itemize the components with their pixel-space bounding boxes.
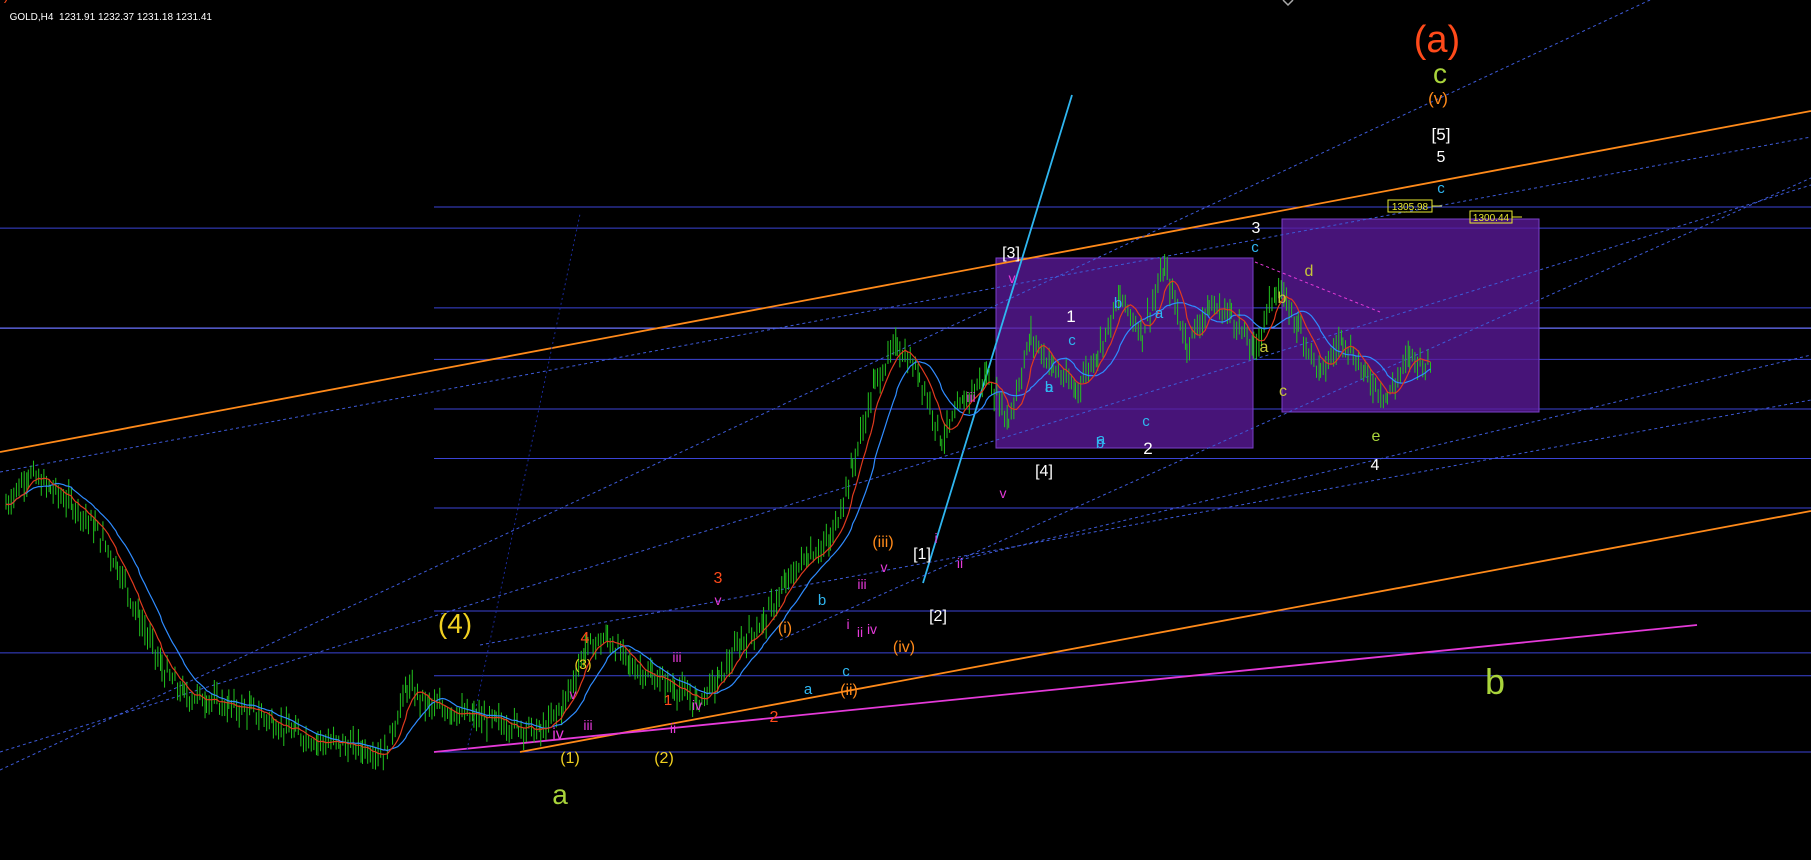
wave-label: c bbox=[1142, 413, 1150, 430]
wave-label: i bbox=[934, 530, 937, 546]
wave-label: a bbox=[1155, 305, 1164, 322]
wave-label: 2 bbox=[770, 709, 779, 726]
wave-label: (a) bbox=[1414, 19, 1460, 61]
wave-label: iii bbox=[966, 389, 975, 405]
wave-label: [2] bbox=[929, 608, 947, 625]
wave-label: iv bbox=[552, 726, 564, 743]
wave-label: (ii) bbox=[840, 682, 858, 699]
wave-label: d bbox=[1305, 263, 1314, 280]
wave-label: iv bbox=[692, 697, 702, 713]
wave-label: 3 bbox=[1252, 220, 1261, 237]
wave-label: 1 bbox=[1066, 307, 1075, 326]
price-tag-text: 1300.44 bbox=[1473, 213, 1510, 224]
wave-label: ii bbox=[670, 720, 676, 736]
price-tags: 1305.98 1300.44 bbox=[1282, 0, 1522, 224]
wave-label: a bbox=[1260, 339, 1269, 356]
wave-label: iii bbox=[857, 576, 866, 592]
wave-label: iv bbox=[867, 621, 877, 637]
wave-label: (3) bbox=[574, 656, 591, 672]
range-box bbox=[1281, 218, 1540, 413]
wave-label: a bbox=[804, 681, 813, 698]
wave-label: b bbox=[1045, 379, 1053, 396]
wave-label: 4 bbox=[581, 630, 590, 647]
price-tag-text: 1305.98 bbox=[1392, 202, 1429, 213]
wave-label: a bbox=[1097, 431, 1106, 448]
wave-label: 4 bbox=[1371, 457, 1380, 474]
price-tag: 1305.98 bbox=[1387, 199, 1442, 213]
wave-label: (4) bbox=[438, 608, 472, 639]
wave-label: b bbox=[818, 592, 826, 609]
wave-label: (2) bbox=[654, 750, 674, 767]
wave-label: [1] bbox=[913, 546, 931, 563]
wave-label: i bbox=[846, 616, 849, 632]
wave-label: b bbox=[1278, 290, 1287, 307]
wave-labels: (a)c(v)[5]5c3cdbace4[3]v1cbaababc2iii[4]… bbox=[0, 0, 1505, 810]
wave-label: c bbox=[1068, 332, 1076, 349]
chevron-down-icon bbox=[1282, 0, 1294, 7]
wave-label: iii bbox=[583, 717, 592, 733]
wave-label: c bbox=[1279, 383, 1287, 400]
wave-label: b bbox=[1485, 661, 1505, 702]
wave-label: [3] bbox=[1002, 245, 1020, 262]
wave-label: c bbox=[1251, 239, 1259, 256]
range-box bbox=[995, 257, 1254, 449]
wave-label: v bbox=[881, 559, 888, 575]
wave-label: (v) bbox=[1428, 89, 1448, 108]
wave-label: 3 bbox=[714, 570, 723, 587]
wave-label: a bbox=[552, 779, 568, 810]
wave-label: (iv) bbox=[893, 639, 915, 656]
wave-label: 2 bbox=[1143, 439, 1152, 458]
wave-label: 1 bbox=[664, 692, 672, 709]
wave-label: ii bbox=[857, 624, 863, 640]
wave-label: ii bbox=[957, 555, 963, 571]
wave-label: v bbox=[1000, 485, 1007, 501]
wave-label: (1) bbox=[560, 750, 580, 767]
wave-label: 5 bbox=[1437, 149, 1446, 166]
wave-label: (b) bbox=[0, 0, 9, 3]
wave-label: [5] bbox=[1432, 125, 1451, 144]
wave-label: iii bbox=[672, 649, 681, 665]
steep-dotted-line bbox=[466, 213, 581, 751]
orange-channel-lower bbox=[519, 510, 1811, 753]
wave-label: e bbox=[1372, 428, 1381, 445]
wave-label: v bbox=[570, 686, 577, 702]
wave-label: [4] bbox=[1035, 463, 1053, 480]
wave-label: v bbox=[1009, 270, 1016, 286]
wave-label: c bbox=[842, 663, 850, 680]
wave-label: b bbox=[1114, 295, 1122, 312]
wave-label: (iii) bbox=[872, 534, 893, 551]
wave-label: (i) bbox=[778, 620, 792, 637]
wave-label: c bbox=[1433, 58, 1447, 89]
price-chart[interactable]: (a)c(v)[5]5c3cdbace4[3]v1cbaababc2iii[4]… bbox=[0, 0, 1811, 860]
wave-label: c bbox=[1437, 180, 1445, 197]
wave-label: v bbox=[715, 592, 722, 608]
